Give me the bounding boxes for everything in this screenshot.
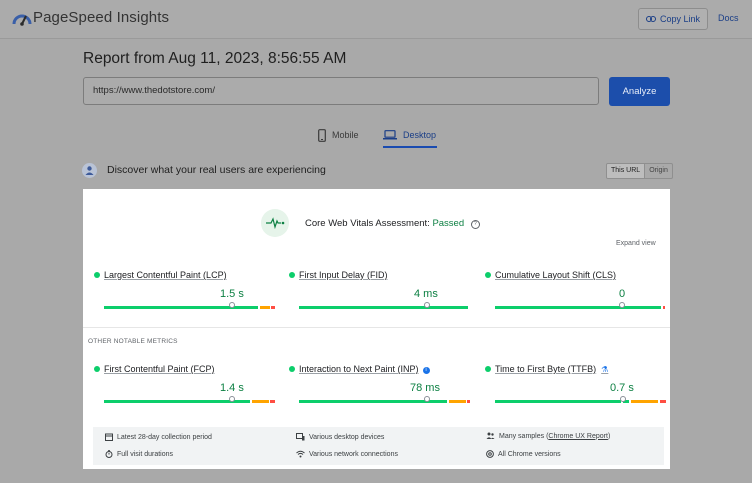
good-status-dot [485,272,491,278]
cwv-assessment-label: Core Web Vitals Assessment: [305,218,430,229]
section-divider [83,327,670,328]
metric-fid-name[interactable]: First Input Delay (FID) [299,270,388,280]
devices-icon [296,433,305,441]
experimental-flask-icon: ⚗ [601,365,609,374]
good-status-dot [94,272,100,278]
url-input[interactable]: https://www.thedotstore.com/ [83,77,599,105]
tab-desktop[interactable]: Desktop [383,125,436,145]
laptop-icon [383,130,397,140]
distribution-bar [495,400,666,403]
brand-name[interactable]: PageSpeed Insights [33,9,169,26]
metric-fid: First Input Delay (FID) 4 ms [289,270,474,314]
collection-period: Latest 28-day collection period [105,433,212,441]
sample-source-prefix: Many samples ( [499,432,549,440]
users-field-data-icon [82,163,97,178]
analyze-button[interactable]: Analyze [609,77,670,106]
metric-fcp-value: 1.4 s [220,382,244,394]
stopwatch-icon [105,450,113,458]
cwv-status: Passed [432,218,465,229]
good-status-dot [289,272,295,278]
tab-desktop-label: Desktop [403,130,437,140]
url-origin-toggle: This URL Origin [606,163,673,179]
p75-marker [424,396,430,402]
field-data-card: Core Web Vitals Assessment: Passed ? Exp… [83,189,670,469]
docs-link[interactable]: Docs [718,13,739,23]
collection-info-footer: Latest 28-day collection period Full vis… [93,427,664,465]
vitals-pulse-icon [261,209,289,237]
distribution-bar [299,306,470,309]
chrome-versions: All Chrome versions [486,450,561,458]
metric-inp-name[interactable]: Interaction to Next Paint (INP) i [299,364,430,374]
distribution-bar [495,306,666,309]
wifi-icon [296,450,305,458]
metric-cls: Cumulative Layout Shift (CLS) 0 [485,270,670,314]
help-icon[interactable]: ? [470,220,480,229]
mobile-phone-icon [318,128,326,142]
metric-cls-value: 0 [619,288,626,300]
copy-link-button[interactable]: Copy Link [638,8,708,30]
link-icon [645,16,656,22]
collection-period-text: Latest 28-day collection period [117,433,212,441]
metric-lcp-name[interactable]: Largest Contentful Paint (LCP) [104,270,227,280]
network-connections: Various network connections [296,450,398,458]
chrome-versions-text: All Chrome versions [498,450,561,458]
metric-ttfb-value: 0.7 s [610,382,634,394]
tab-mobile-label: Mobile [332,130,359,140]
visit-durations: Full visit durations [105,450,173,458]
p75-marker [620,396,626,402]
metric-lcp: Largest Contentful Paint (LCP) 1.5 s [94,270,279,314]
sample-source-text: Many samples (Chrome UX Report) [499,433,610,440]
p75-marker [229,396,235,402]
metric-ttfb-name[interactable]: Time to First Byte (TTFB) ⚗ [495,364,608,374]
cwv-assessment: Core Web Vitals Assessment: Passed ? [305,218,480,229]
metric-inp-label: Interaction to Next Paint (INP) [299,364,419,374]
this-url-toggle[interactable]: This URL [607,164,646,178]
metric-cls-name[interactable]: Cumulative Layout Shift (CLS) [495,270,616,280]
info-icon[interactable]: i [422,367,430,374]
metric-inp-value: 78 ms [410,382,440,394]
metric-ttfb-label: Time to First Byte (TTFB) [495,364,597,374]
calendar-icon [105,433,113,441]
people-icon [486,432,495,439]
field-data-heading: Discover what your real users are experi… [107,164,326,176]
copy-link-label: Copy Link [659,14,701,24]
p75-marker [424,302,430,308]
other-metrics-heading: OTHER NOTABLE METRICS [88,338,178,345]
distribution-bar [299,400,470,403]
device-types: Various desktop devices [296,433,384,441]
expand-view-link[interactable]: Expand view [616,240,656,247]
tab-mobile[interactable]: Mobile [318,125,359,145]
network-connections-text: Various network connections [309,450,398,458]
good-status-dot [94,366,100,372]
good-status-dot [289,366,295,372]
good-status-dot [485,366,491,372]
top-bar: PageSpeed Insights Copy Link Docs [0,0,752,39]
distribution-bar [104,306,275,309]
visit-durations-text: Full visit durations [117,450,174,458]
metric-fid-value: 4 ms [414,288,438,300]
report-title: Report from Aug 11, 2023, 8:56:55 AM [83,50,347,67]
active-tab-indicator [383,146,437,148]
device-types-text: Various desktop devices [309,433,385,441]
p75-marker [619,302,625,308]
distribution-bar [104,400,275,403]
chrome-icon [486,450,494,458]
pagespeed-logo-icon[interactable] [12,10,32,26]
p75-marker [229,302,235,308]
metric-inp: Interaction to Next Paint (INP) i 78 ms [289,364,474,408]
metric-lcp-value: 1.5 s [220,288,244,300]
metric-fcp-name[interactable]: First Contentful Paint (FCP) [104,364,215,374]
metric-fcp: First Contentful Paint (FCP) 1.4 s [94,364,279,408]
sample-source-suffix: ) [607,432,611,440]
metric-ttfb: Time to First Byte (TTFB) ⚗ 0.7 s [485,364,670,408]
origin-toggle[interactable]: Origin [645,164,672,178]
sample-source: Many samples (Chrome UX Report) [486,432,610,440]
chrome-ux-report-link[interactable]: Chrome UX Report [548,433,608,440]
